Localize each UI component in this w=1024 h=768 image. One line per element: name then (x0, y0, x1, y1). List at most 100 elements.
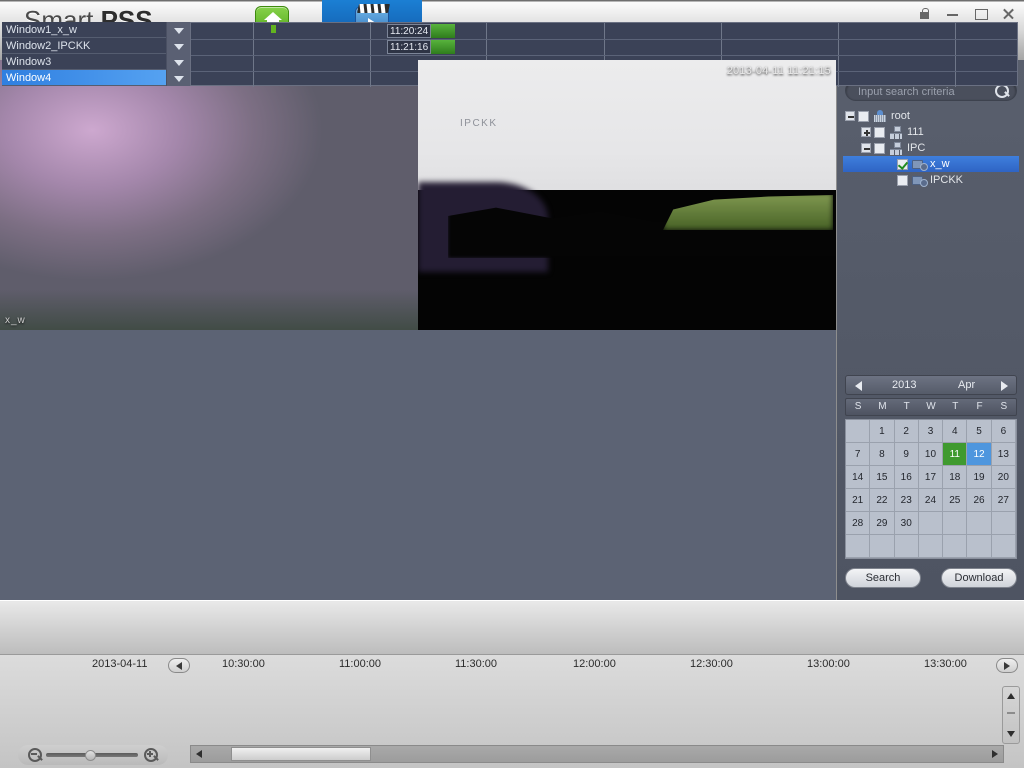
timeline-row-window2[interactable]: Window2_IPCKK (2, 37, 190, 54)
prev-month-arrow-icon[interactable] (852, 378, 868, 392)
tree-item-root-label: root (891, 110, 910, 122)
timeline-window-labels: Window1_x_w Window2_IPCKK Window3 Window… (2, 21, 190, 86)
calendar-day-empty (846, 420, 871, 443)
timeline-row-window4[interactable]: Window4 (2, 69, 190, 86)
scroll-down-icon[interactable] (1004, 727, 1018, 741)
calendar-day-21[interactable]: 21 (846, 489, 871, 512)
calendar-buttons: Search Download (845, 568, 1017, 588)
search-button[interactable]: Search (845, 568, 921, 588)
calendar-day-6[interactable]: 6 (991, 420, 1016, 443)
playback-control-bar: 1X 1:1 (0, 600, 1024, 654)
timeline-row-window1[interactable]: Window1_x_w (2, 21, 190, 38)
video-pane-3[interactable] (0, 330, 418, 600)
record-segment-window1-bar[interactable] (431, 24, 456, 38)
zoom-out-icon[interactable] (28, 748, 42, 762)
calendar-day-17[interactable]: 17 (918, 466, 944, 489)
window3-dropdown-icon[interactable] (166, 53, 190, 70)
calendar-day-4[interactable]: 4 (943, 420, 968, 443)
calendar-day-13[interactable]: 13 (991, 443, 1016, 466)
tree-checkbox-111[interactable] (874, 126, 885, 138)
window2-dropdown-icon[interactable] (166, 37, 190, 54)
tree-item-x-w[interactable]: x_w (843, 156, 1019, 172)
scroll-left-icon[interactable] (193, 747, 207, 761)
video-pane-2[interactable]: 2013-04-11 11:21:15 IPCKK (418, 60, 836, 330)
calendar-day-28[interactable]: 28 (846, 512, 871, 535)
calendar-day-10[interactable]: 10 (918, 443, 944, 466)
close-icon[interactable] (1001, 6, 1016, 21)
calendar-day-18[interactable]: 18 (943, 466, 968, 489)
calendar-day-9[interactable]: 9 (894, 443, 919, 466)
lock-icon[interactable] (917, 6, 932, 21)
calendar-day-3[interactable]: 3 (918, 420, 944, 443)
weekday-label: M (878, 401, 887, 412)
expander-minus-icon[interactable] (845, 111, 855, 121)
expander-plus-icon[interactable] (861, 127, 871, 137)
calendar-day-1[interactable]: 1 (870, 420, 895, 443)
record-segment-window1[interactable]: 11:20:24 (387, 24, 456, 38)
horizontal-scrollbar[interactable] (190, 745, 1004, 763)
calendar-day-12[interactable]: 12 (967, 443, 992, 466)
expander-minus-icon[interactable] (861, 143, 871, 153)
window1-dropdown-icon[interactable] (166, 21, 190, 38)
calendar-day-7[interactable]: 7 (846, 443, 871, 466)
calendar-day-25[interactable]: 25 (943, 489, 968, 512)
calendar-day-23[interactable]: 23 (894, 489, 919, 512)
tree-checkbox-root[interactable] (858, 110, 869, 122)
download-button[interactable]: Download (941, 568, 1017, 588)
video-grid: 2013-04-11 11:20:24 x_w 2013-04-11 11:21… (0, 60, 836, 600)
calendar-day-8[interactable]: 8 (870, 443, 895, 466)
camera-node-icon (912, 174, 928, 187)
calendar-day-26[interactable]: 26 (967, 489, 992, 512)
window4-dropdown-icon[interactable] (166, 69, 190, 86)
calendar-day-empty (870, 535, 895, 558)
timeline-zoom-control (18, 745, 168, 765)
video-pane-1-channel-label: x_w (5, 315, 26, 326)
minimize-icon[interactable] (945, 6, 960, 21)
calendar-day-empty (894, 535, 919, 558)
calendar-day-5[interactable]: 5 (967, 420, 992, 443)
calendar-day-20[interactable]: 20 (991, 466, 1016, 489)
horizontal-scroll-thumb[interactable] (231, 747, 371, 761)
smart-pss-playback-window: Smart PSS Professional Surveillance Syst… (0, 0, 1024, 768)
calendar-day-19[interactable]: 19 (967, 466, 992, 489)
weekday-label: S (854, 401, 862, 412)
tree-item-ipc[interactable]: IPC (843, 140, 1019, 156)
calendar-day-empty (991, 512, 1016, 535)
weekday-label: T (903, 401, 910, 412)
calendar-day-14[interactable]: 14 (846, 466, 871, 489)
calendar-day-2[interactable]: 2 (894, 420, 919, 443)
vertical-scrollbar[interactable] (1002, 686, 1020, 744)
video-pane-4[interactable] (418, 330, 836, 600)
tree-item-111[interactable]: 111 (843, 124, 1019, 140)
calendar-day-15[interactable]: 15 (870, 466, 895, 489)
maximize-icon[interactable] (973, 6, 988, 21)
tree-item-ipckk[interactable]: IPCKK (843, 172, 1019, 188)
timeline-prev-icon[interactable] (168, 658, 190, 673)
timeline-rowline (191, 55, 1017, 56)
calendar-day-empty (846, 535, 871, 558)
calendar-day-29[interactable]: 29 (870, 512, 895, 535)
record-segment-window2[interactable]: 11:21:16 (387, 40, 456, 54)
timeline-next-icon[interactable] (996, 658, 1018, 673)
tree-checkbox-ipckk[interactable] (897, 174, 908, 186)
scroll-up-icon[interactable] (1004, 689, 1018, 703)
tree-checkbox-ipc[interactable] (874, 142, 885, 154)
zoom-in-icon[interactable] (144, 748, 158, 762)
timeline-row-window3[interactable]: Window3 (2, 53, 190, 70)
record-segment-window2-bar[interactable] (431, 40, 456, 54)
calendar-year: 2013 (892, 379, 917, 391)
calendar-day-16[interactable]: 16 (894, 466, 919, 489)
tree-item-root[interactable]: root (843, 108, 1019, 124)
calendar-day-27[interactable]: 27 (991, 489, 1016, 512)
timeline-zoom-handle[interactable] (85, 750, 97, 761)
next-month-arrow-icon[interactable] (995, 378, 1011, 392)
calendar-day-30[interactable]: 30 (894, 512, 919, 535)
calendar-day-11[interactable]: 11 (943, 443, 968, 466)
video-pane-1[interactable]: 2013-04-11 11:20:24 x_w (0, 60, 418, 330)
scroll-right-icon[interactable] (987, 747, 1001, 761)
calendar-day-empty (967, 512, 992, 535)
calendar-day-24[interactable]: 24 (918, 489, 944, 512)
tree-checkbox-x-w[interactable] (897, 158, 908, 170)
calendar-day-empty (943, 512, 968, 535)
calendar-day-22[interactable]: 22 (870, 489, 895, 512)
